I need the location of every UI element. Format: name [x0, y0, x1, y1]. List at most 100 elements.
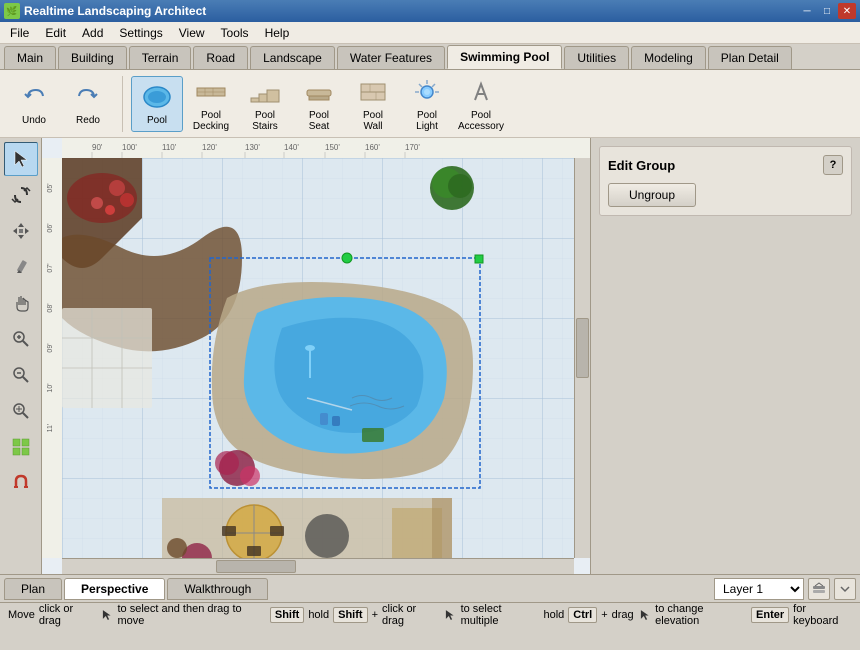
down-arrow-icon	[838, 582, 852, 596]
layer-button-2[interactable]	[834, 578, 856, 600]
window-controls[interactable]: ─ □ ✕	[798, 3, 856, 19]
pool-wall-label: PoolWall	[363, 110, 383, 132]
undo-button[interactable]: Undo	[8, 76, 60, 132]
ruler-left: 05' 06' 07' 08' 09' 10' 11'	[42, 158, 62, 558]
pool-stairs-button[interactable]: PoolStairs	[239, 76, 291, 132]
ungroup-button[interactable]: Ungroup	[608, 183, 696, 207]
layer-select-area: Layer 1	[714, 578, 856, 600]
redo-button[interactable]: Redo	[62, 76, 114, 132]
help-button[interactable]: ?	[823, 155, 843, 175]
svg-text:11': 11'	[47, 424, 54, 433]
titlebar: 🌿 Realtime Landscaping Architect ─ □ ✕	[0, 0, 860, 22]
tab-perspective[interactable]: Perspective	[64, 578, 165, 600]
statusbar: Move click or drag to select and then dr…	[0, 602, 860, 626]
hscroll-thumb[interactable]	[216, 560, 296, 573]
horizontal-scrollbar[interactable]	[62, 558, 574, 574]
svg-text:05': 05'	[47, 183, 54, 192]
edit-group-header: Edit Group ?	[608, 155, 843, 175]
toolbar: Undo Redo Pool	[0, 70, 860, 138]
pool-decking-icon	[195, 76, 227, 108]
zoom-in-tool[interactable]	[4, 322, 38, 356]
pencil-icon	[11, 257, 31, 277]
cursor-icon-2	[443, 609, 456, 621]
undo-icon	[18, 81, 50, 113]
canvas-area[interactable]: 90' 100' 110' 120' 130' 140' 150' 160' 1…	[42, 138, 590, 574]
menu-tools[interactable]: Tools	[213, 24, 257, 42]
tab-modeling[interactable]: Modeling	[631, 46, 706, 69]
ctrl-key: Ctrl	[568, 607, 597, 623]
tab-water-features[interactable]: Water Features	[337, 46, 445, 69]
menu-file[interactable]: File	[2, 24, 37, 42]
pool-label: Pool	[147, 115, 167, 126]
menu-add[interactable]: Add	[74, 24, 111, 42]
pool-light-label: PoolLight	[416, 110, 438, 132]
tab-building[interactable]: Building	[58, 46, 127, 69]
tab-plan[interactable]: Plan	[4, 578, 62, 600]
pool-decking-button[interactable]: PoolDecking	[185, 76, 237, 132]
pool-icon	[141, 81, 173, 113]
shift-key: Shift	[270, 607, 304, 623]
tab-bar: Main Building Terrain Road Landscape Wat…	[0, 44, 860, 70]
canvas-svg	[62, 158, 574, 558]
measure-icon	[11, 401, 31, 421]
layers-icon	[812, 582, 826, 596]
pencil-tool[interactable]	[4, 250, 38, 284]
select-tool[interactable]	[4, 142, 38, 176]
pool-stairs-icon	[249, 76, 281, 108]
vertical-scrollbar[interactable]	[574, 158, 590, 558]
pool-decking-label: PoolDecking	[193, 110, 229, 132]
hand-tool[interactable]	[4, 286, 38, 320]
status-click-drag: click or drag	[39, 603, 96, 627]
tab-main[interactable]: Main	[4, 46, 56, 69]
pool-light-button[interactable]: PoolLight	[401, 76, 453, 132]
edit-group-title: Edit Group	[608, 158, 675, 173]
tab-utilities[interactable]: Utilities	[564, 46, 629, 69]
move-tool[interactable]	[4, 214, 38, 248]
svg-text:170': 170'	[405, 143, 420, 152]
svg-text:140': 140'	[284, 143, 299, 152]
layer-button-1[interactable]	[808, 578, 830, 600]
pool-accessory-label: PoolAccessory	[458, 110, 504, 132]
tab-walkthrough[interactable]: Walkthrough	[167, 578, 268, 600]
close-button[interactable]: ✕	[838, 3, 856, 19]
svg-text:09': 09'	[47, 343, 54, 352]
enter-key: Enter	[751, 607, 789, 623]
rotate-tool[interactable]	[4, 178, 38, 212]
tab-road[interactable]: Road	[193, 46, 248, 69]
layer-dropdown[interactable]: Layer 1	[714, 578, 804, 600]
pool-wall-button[interactable]: PoolWall	[347, 76, 399, 132]
menu-edit[interactable]: Edit	[37, 24, 74, 42]
tab-terrain[interactable]: Terrain	[129, 46, 192, 69]
grid-tool[interactable]	[4, 430, 38, 464]
tab-landscape[interactable]: Landscape	[250, 46, 335, 69]
minimize-button[interactable]: ─	[798, 3, 816, 19]
svg-text:06': 06'	[47, 223, 54, 232]
magnet-tool[interactable]	[4, 466, 38, 500]
pool-seat-button[interactable]: PoolSeat	[293, 76, 345, 132]
grid-icon	[11, 437, 31, 457]
tab-plan-detail[interactable]: Plan Detail	[708, 46, 792, 69]
tab-swimming-pool[interactable]: Swimming Pool	[447, 45, 562, 69]
left-tools-panel	[0, 138, 42, 574]
zoom-out-tool[interactable]	[4, 358, 38, 392]
measure-tool[interactable]	[4, 394, 38, 428]
svg-text:120': 120'	[202, 143, 217, 152]
pool-seat-icon	[303, 76, 335, 108]
menu-settings[interactable]: Settings	[111, 24, 170, 42]
status-select-multiple: to select multiple	[461, 603, 540, 627]
status-click-drag2: click or drag	[382, 603, 439, 627]
svg-text:10': 10'	[47, 383, 54, 392]
canvas-viewport[interactable]	[62, 158, 574, 558]
svg-text:110': 110'	[162, 143, 177, 152]
bottom-tabs: Plan Perspective Walkthrough Layer 1	[0, 574, 860, 602]
menu-help[interactable]: Help	[257, 24, 298, 42]
zoom-in-icon	[11, 329, 31, 349]
app-icon: 🌿	[4, 3, 20, 19]
pool-button[interactable]: Pool	[131, 76, 183, 132]
maximize-button[interactable]: □	[818, 3, 836, 19]
vscroll-thumb[interactable]	[576, 318, 589, 378]
titlebar-left: 🌿 Realtime Landscaping Architect	[4, 3, 206, 19]
menu-view[interactable]: View	[171, 24, 213, 42]
pool-accessory-button[interactable]: PoolAccessory	[455, 76, 507, 132]
zoom-out-icon	[11, 365, 31, 385]
